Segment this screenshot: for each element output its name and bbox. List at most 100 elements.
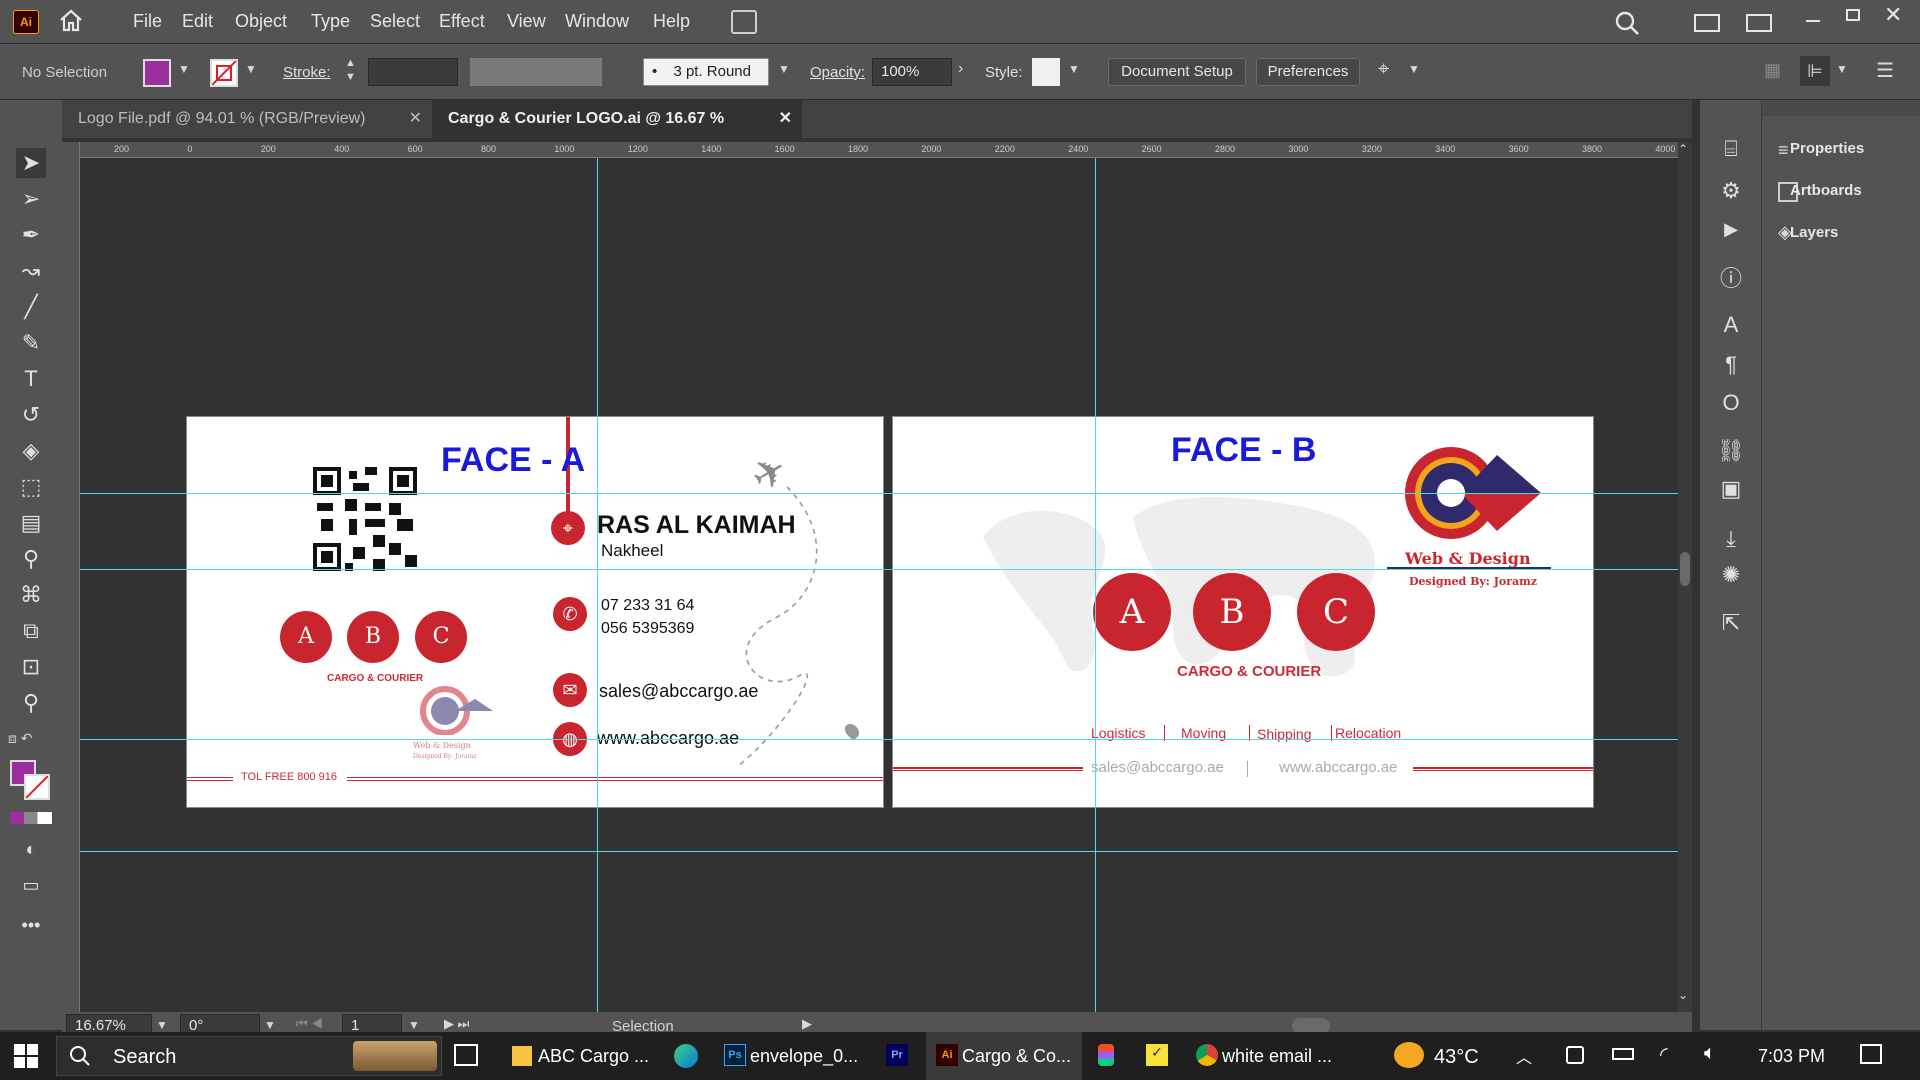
properties-panel-icon[interactable]: ≡ <box>1778 140 1789 161</box>
chevron-down-icon[interactable]: ▼ <box>1068 62 1080 76</box>
file-explorer-icon[interactable] <box>512 1046 532 1066</box>
paintbrush-tool-icon[interactable]: ✎ <box>16 328 46 358</box>
chevron-down-icon[interactable]: ▼ <box>1408 62 1420 76</box>
tab-cargo-courier[interactable]: Cargo & Courier LOGO.ai @ 16.67 % (RGB/P… <box>432 100 802 165</box>
chevron-down-icon[interactable]: ▼ <box>156 1018 168 1032</box>
brush-definition[interactable]: • 3 pt. Round <box>643 58 769 86</box>
panel-layers[interactable]: Layers <box>1790 224 1838 241</box>
close-tab-icon[interactable]: ✕ <box>409 100 422 138</box>
premiere-icon[interactable]: Pr <box>886 1044 908 1066</box>
info-icon[interactable]: ⓘ <box>1716 264 1746 294</box>
color-mode-icon[interactable] <box>10 812 52 824</box>
restore-icon[interactable] <box>1846 9 1860 21</box>
menu-window[interactable]: Window <box>565 11 629 32</box>
blend-tool-icon[interactable]: ⌘ <box>16 580 46 610</box>
gradient-tool-icon[interactable]: ▤ <box>16 508 46 538</box>
chevron-down-icon[interactable]: ▼ <box>178 62 190 76</box>
workspace-icon[interactable] <box>1694 14 1720 32</box>
taskbar-app-photoshop[interactable]: envelope_0... <box>750 1046 858 1067</box>
figma-icon[interactable] <box>1098 1044 1114 1066</box>
direct-selection-tool-icon[interactable]: ➢ <box>16 184 46 214</box>
curvature-tool-icon[interactable]: ↝ <box>16 256 46 286</box>
pen-tool-icon[interactable]: ✒ <box>16 220 46 250</box>
photoshop-icon[interactable]: Ps <box>724 1044 746 1066</box>
meet-now-icon[interactable] <box>1566 1046 1584 1064</box>
image-trace-icon[interactable]: ▣ <box>1716 474 1746 504</box>
chevron-down-icon[interactable]: ▼ <box>408 1018 420 1032</box>
links-icon[interactable]: ⛓ <box>1716 436 1746 466</box>
stroke-weight-field[interactable] <box>368 58 458 86</box>
minimize-icon[interactable] <box>1806 20 1820 22</box>
windows-start-icon[interactable] <box>14 1044 38 1073</box>
edge-icon[interactable] <box>674 1044 698 1068</box>
menu-view[interactable]: View <box>507 11 546 32</box>
preferences-button[interactable]: Preferences <box>1256 58 1360 86</box>
artboard-face-b[interactable]: FACE - B J Web & Design Designed By: Jor… <box>892 416 1594 808</box>
status-menu-icon[interactable]: ▶ <box>802 1016 812 1032</box>
eyedropper-tool-icon[interactable]: ⚲ <box>16 544 46 574</box>
panel-properties[interactable]: Properties <box>1790 140 1864 157</box>
wifi-icon[interactable]: ◜ <box>1660 1042 1668 1067</box>
scroll-down-icon[interactable]: ⌄ <box>1678 988 1688 1002</box>
eraser-tool-icon[interactable]: ◈ <box>16 436 46 466</box>
chevron-right-icon[interactable]: › <box>958 60 963 78</box>
fill-swatch[interactable] <box>143 59 171 87</box>
search-icon[interactable] <box>1614 10 1640 41</box>
chevron-down-icon[interactable]: ▼ <box>245 62 257 76</box>
style-swatch[interactable] <box>1032 58 1060 86</box>
stroke-stepper[interactable]: ▲ ▼ <box>345 56 356 84</box>
next-artboard-icon[interactable]: ▶ ⏭ <box>444 1016 469 1032</box>
rotate-tool-icon[interactable]: ↺ <box>16 400 46 430</box>
notifications-icon[interactable] <box>1860 1044 1882 1064</box>
sticky-notes-icon[interactable]: ✓ <box>1146 1044 1168 1066</box>
vertical-scrollbar[interactable]: ⌃ ⌄ <box>1678 142 1692 1012</box>
character-icon[interactable]: A <box>1716 310 1746 340</box>
opacity-field[interactable]: 100% <box>872 58 952 86</box>
panel-menu-icon[interactable]: ☰ <box>1876 58 1894 83</box>
canvas[interactable]: FACE - A ✈ ⌖ RAS AL KAIMAH Nakheel ✆ 07 … <box>80 158 1678 1012</box>
menu-select[interactable]: Select <box>370 11 420 32</box>
scroll-thumb[interactable] <box>1680 552 1690 586</box>
screen-mode-icon[interactable]: ▭ <box>16 870 46 900</box>
menu-object[interactable]: Object <box>235 11 287 32</box>
type-tool-icon[interactable]: T <box>16 364 46 394</box>
asset-export-icon[interactable]: ⤓ <box>1716 524 1746 554</box>
free-transform-tool-icon[interactable]: ⬚ <box>16 472 46 502</box>
draw-mode-icon[interactable]: ◐ <box>16 834 46 864</box>
menu-type[interactable]: Type <box>311 11 350 32</box>
chrome-icon[interactable] <box>1196 1044 1218 1066</box>
variable-width-profile[interactable] <box>470 58 602 86</box>
appearance-icon[interactable]: ✺ <box>1716 560 1746 590</box>
arrange-documents-icon[interactable] <box>731 10 757 34</box>
shape-builder-tool-icon[interactable]: ⧉ <box>16 616 46 646</box>
chevron-down-icon[interactable]: ▼ <box>264 1018 276 1032</box>
properties-toggle-icon[interactable]: ⊫ <box>1800 56 1830 86</box>
artboard-face-a[interactable]: FACE - A ✈ ⌖ RAS AL KAIMAH Nakheel ✆ 07 … <box>186 416 884 808</box>
play-actions-icon[interactable]: ▶ <box>1716 214 1746 244</box>
volume-icon[interactable]: 🔈︎ <box>1704 1042 1716 1065</box>
stroke-swatch[interactable] <box>210 59 238 87</box>
close-tab-icon[interactable]: ✕ <box>779 100 792 138</box>
taskbar-app-chrome[interactable]: white email ... <box>1222 1046 1332 1067</box>
selection-tool-icon[interactable]: ➤ <box>16 148 46 178</box>
menu-file[interactable]: File <box>133 11 162 32</box>
menu-help[interactable]: Help <box>653 11 690 32</box>
tray-chevron-up-icon[interactable]: ︿ <box>1516 1044 1532 1068</box>
artboard-tool-icon[interactable]: ⊡ <box>16 652 46 682</box>
line-tool-icon[interactable]: ╱ <box>16 292 46 322</box>
settings-icon[interactable]: ⚙ <box>1716 176 1746 206</box>
battery-icon[interactable] <box>1612 1048 1634 1060</box>
document-setup-button[interactable]: Document Setup <box>1108 58 1246 86</box>
taskbar-search-box[interactable]: Search <box>56 1036 442 1076</box>
align-grid-icon[interactable]: ▦ <box>1764 60 1781 81</box>
chevron-down-icon[interactable]: ▼ <box>1836 62 1848 76</box>
taskbar-app-file-explorer[interactable]: ABC Cargo ... <box>538 1046 649 1067</box>
first-artboard-icon[interactable]: ⏮ ◀ <box>296 1016 323 1032</box>
more-tools-icon[interactable]: ••• <box>16 910 46 940</box>
zoom-tool-icon[interactable]: ⚲ <box>16 688 46 718</box>
chevron-down-icon[interactable]: ▼ <box>778 62 790 76</box>
swap-fill-stroke-icon[interactable]: ⧈ ↶ <box>8 730 33 747</box>
taskbar-app-illustrator[interactable]: Cargo & Co... <box>962 1046 1071 1067</box>
puppet-warp-icon[interactable]: ⌖ <box>1378 58 1389 81</box>
scroll-up-icon[interactable]: ⌃ <box>1678 142 1688 156</box>
